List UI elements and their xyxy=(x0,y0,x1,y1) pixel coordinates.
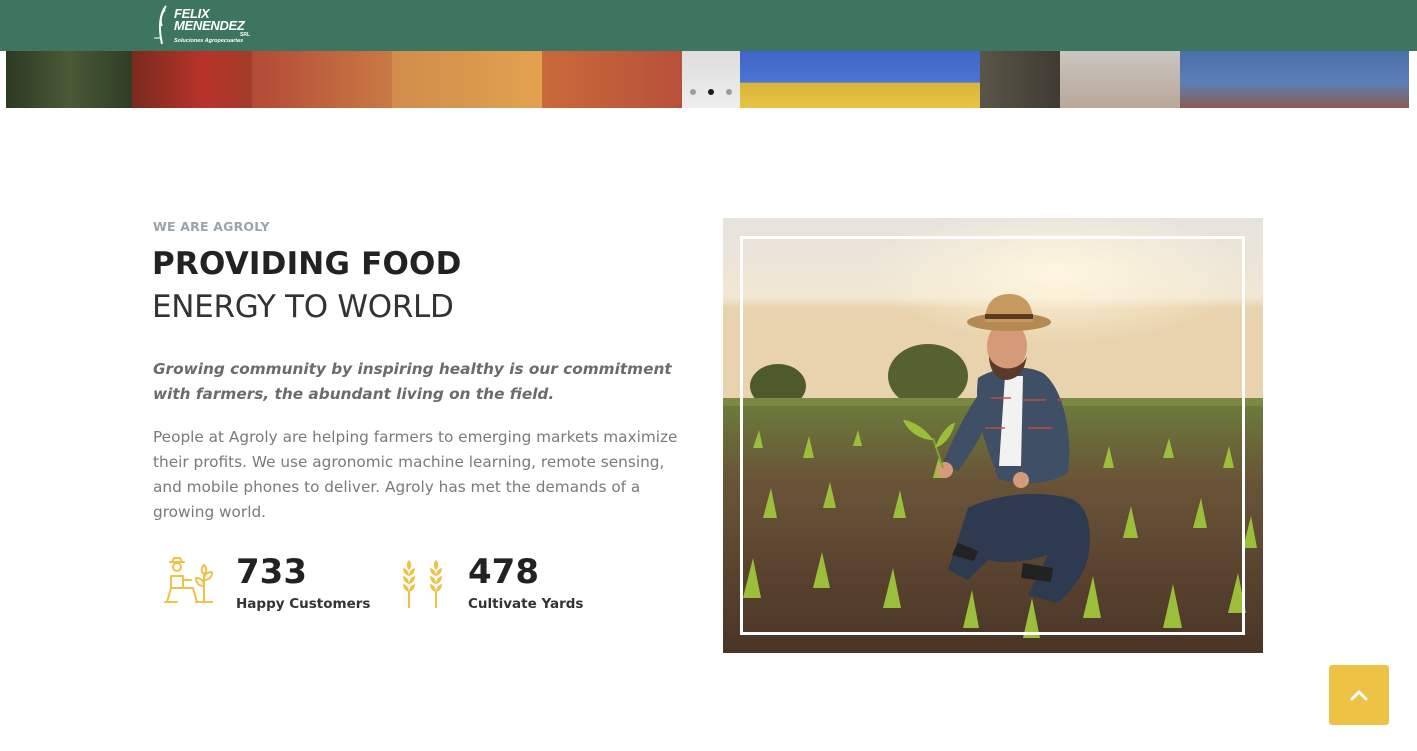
farmer-planting-icon xyxy=(164,557,213,603)
logo-tagline: Soluciones Agropecuarias xyxy=(174,38,244,44)
stat-label: Happy Customers xyxy=(236,596,371,612)
site-logo[interactable]: FELIX MENENDEZ SRL Soluciones Agropecuar… xyxy=(152,4,256,46)
section-eyebrow: WE ARE AGROLY xyxy=(153,219,270,234)
section-title-light: ENERGY TO WORLD xyxy=(152,289,454,325)
section-body-text: People at Agroly are helping farmers to … xyxy=(153,428,678,521)
site-header: FELIX MENENDEZ SRL Soluciones Agropecuar… xyxy=(0,0,1417,51)
section-lead-text: Growing community by inspiring healthy i… xyxy=(153,360,672,403)
stat-value: 733 xyxy=(236,552,307,592)
section-title-bold: PROVIDING FOOD xyxy=(152,246,462,282)
logo-text-line2: MENENDEZ xyxy=(174,18,245,33)
stat-cultivate-yards: 478 Cultivate Yards xyxy=(394,550,614,620)
chevron-up-icon xyxy=(1350,690,1368,701)
wheat-icon xyxy=(403,560,442,608)
wheat-leaf-logo-icon xyxy=(154,5,167,45)
stat-value: 478 xyxy=(468,552,539,592)
farmer-in-corn-field-image xyxy=(723,218,1263,653)
stat-happy-customers: 733 Happy Customers xyxy=(160,550,380,620)
stat-label: Cultivate Yards xyxy=(468,596,584,612)
slider-dot[interactable] xyxy=(726,89,732,95)
back-to-top-button[interactable] xyxy=(1329,665,1389,725)
hero-slider xyxy=(6,51,1409,108)
slider-dot-active[interactable] xyxy=(708,89,714,95)
slider-dots xyxy=(690,89,732,95)
slider-dot[interactable] xyxy=(690,89,696,95)
